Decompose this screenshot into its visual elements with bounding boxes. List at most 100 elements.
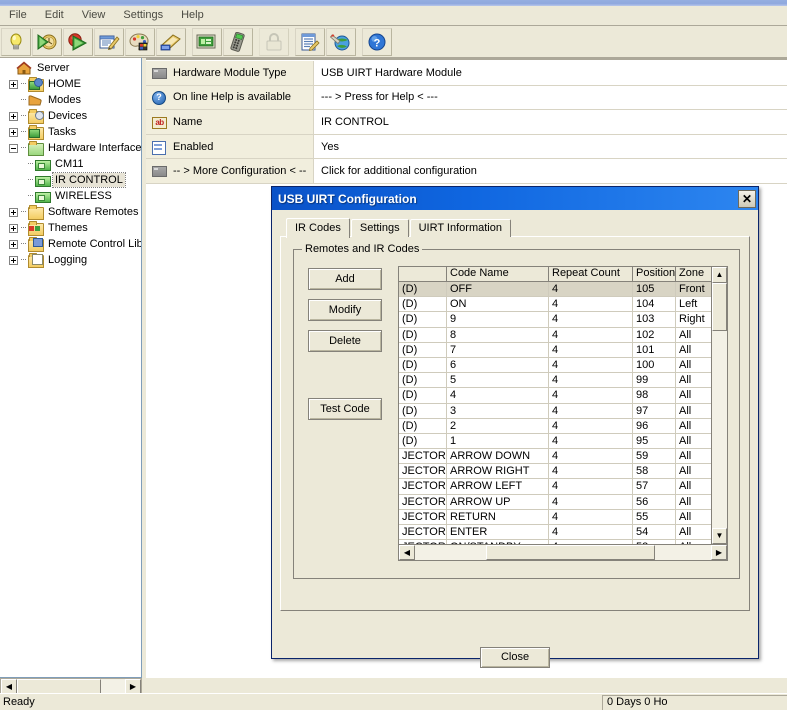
table-row[interactable]: (D) 5 4 99 All xyxy=(399,373,711,389)
grid-horizontal-scrollbar[interactable]: ◀ ▶ xyxy=(399,544,727,560)
ir-codes-grid[interactable]: Code Name Repeat Count Position Zone (D)… xyxy=(398,266,728,561)
tree-item-logging[interactable]: Logging xyxy=(2,252,141,268)
grid-vertical-scrollbar[interactable]: ▲ ▼ xyxy=(711,267,727,544)
property-value-cell[interactable]: Click for additional configuration xyxy=(314,159,787,183)
property-label-cell[interactable]: Hardware Module Type xyxy=(146,61,314,85)
dialog-title-bar[interactable]: USB UIRT Configuration ✕ xyxy=(272,187,758,210)
scrollbar-track[interactable] xyxy=(415,545,711,560)
tree-item-modes[interactable]: Modes xyxy=(2,92,141,108)
toolbar-button-theme[interactable] xyxy=(156,27,186,56)
table-row[interactable]: (D) 1 4 95 All xyxy=(399,433,711,450)
scroll-left-arrow-icon[interactable]: ◀ xyxy=(399,545,415,560)
scroll-left-arrow-icon[interactable]: ◀ xyxy=(1,679,17,694)
menu-item-settings[interactable]: Settings xyxy=(114,7,172,24)
close-icon[interactable]: ✕ xyxy=(738,189,756,208)
property-label-cell[interactable]: ? On line Help is available xyxy=(146,85,314,110)
grid-header-remote[interactable] xyxy=(399,267,447,282)
toolbar-button-lightbulb[interactable] xyxy=(1,27,31,56)
table-row[interactable]: (D) 7 4 101 All xyxy=(399,342,711,358)
table-row[interactable]: JECTOR RETURN 4 55 All xyxy=(399,509,711,525)
scroll-right-arrow-icon[interactable]: ▶ xyxy=(711,545,727,560)
tree-item-cm11[interactable]: CM11 xyxy=(2,156,141,172)
menu-item-file[interactable]: File xyxy=(0,7,36,24)
property-row-more-configuration[interactable]: -- > More Configuration < -- Click for a… xyxy=(146,159,787,184)
toolbar-button-log[interactable] xyxy=(295,27,325,56)
scrollbar-thumb[interactable] xyxy=(712,283,727,331)
property-row-name[interactable]: ab Name IR CONTROL xyxy=(146,110,787,135)
table-row[interactable]: JECTOR ARROW LEFT 4 57 All xyxy=(399,479,711,495)
table-row[interactable]: (D) 4 4 98 All xyxy=(399,388,711,404)
grid-header-code-name[interactable]: Code Name xyxy=(447,267,549,282)
property-row-online-help[interactable]: ? On line Help is available --- > Press … xyxy=(146,85,787,111)
toolbar-button-palette[interactable] xyxy=(125,27,155,56)
property-value-cell[interactable]: --- > Press for Help < --- xyxy=(314,86,787,110)
tree-item-devices[interactable]: Devices xyxy=(2,108,141,124)
property-value-cell[interactable]: IR CONTROL xyxy=(314,110,787,134)
toolbar-button-run[interactable] xyxy=(63,27,93,56)
table-row[interactable]: (D) 6 4 100 All xyxy=(399,357,711,374)
toolbar-button-web[interactable] xyxy=(326,27,356,56)
tree-item-themes[interactable]: Themes xyxy=(2,220,141,236)
expander-plus-icon[interactable] xyxy=(9,239,18,249)
scroll-down-arrow-icon[interactable]: ▼ xyxy=(712,528,727,544)
toolbar-button-display[interactable] xyxy=(192,27,222,56)
tree-item-tasks[interactable]: Tasks xyxy=(2,124,141,140)
table-row[interactable]: JECTOR ARROW RIGHT 4 58 All xyxy=(399,464,711,480)
table-row[interactable]: (D) 8 4 102 All xyxy=(399,327,711,343)
scrollbar-thumb[interactable] xyxy=(486,545,655,560)
add-button[interactable]: Add xyxy=(308,268,382,290)
expander-plus-icon[interactable] xyxy=(9,223,18,233)
property-value-cell[interactable]: USB UIRT Hardware Module xyxy=(314,61,787,85)
menu-item-help[interactable]: Help xyxy=(172,7,213,24)
tree-item-home[interactable]: HOME xyxy=(2,76,141,92)
expander-plus-icon[interactable] xyxy=(9,79,18,89)
expander-minus-icon[interactable] xyxy=(9,143,18,153)
property-row-enabled[interactable]: Enabled Yes xyxy=(146,134,787,160)
property-row-hardware-module-type[interactable]: Hardware Module Type USB UIRT Hardware M… xyxy=(146,61,787,86)
modify-button[interactable]: Modify xyxy=(308,299,382,321)
tree-item-wireless[interactable]: WIRELESS xyxy=(2,188,141,204)
test-code-button[interactable]: Test Code xyxy=(308,398,382,420)
tree-item-ir-control[interactable]: IR CONTROL xyxy=(2,172,141,188)
tree-item-remote-control-library[interactable]: Remote Control Libr xyxy=(2,236,141,252)
table-row[interactable]: JECTOR ARROW DOWN 4 59 All xyxy=(399,449,711,465)
expander-plus-icon[interactable] xyxy=(9,255,18,265)
tab-settings[interactable]: Settings xyxy=(350,219,409,237)
tree-item-software-remotes[interactable]: Software Remotes xyxy=(2,204,141,220)
tree-item-server[interactable]: Server xyxy=(2,60,141,76)
menu-item-view[interactable]: View xyxy=(73,7,115,24)
tab-uirt-information[interactable]: UIRT Information xyxy=(409,219,511,237)
toolbar-button-help[interactable]: ? xyxy=(362,27,392,56)
table-row[interactable]: JECTOR ARROW UP 4 56 All xyxy=(399,494,711,510)
tab-ir-codes[interactable]: IR Codes xyxy=(286,218,350,238)
grid-header-repeat-count[interactable]: Repeat Count xyxy=(549,267,633,282)
table-row[interactable]: (D) 3 4 97 All xyxy=(399,403,711,419)
grid-header-zone[interactable]: Zone xyxy=(676,267,711,282)
table-row[interactable]: (D) 9 4 103 Right xyxy=(399,312,711,328)
scroll-up-arrow-icon[interactable]: ▲ xyxy=(712,267,727,283)
expander-plus-icon[interactable] xyxy=(9,207,18,217)
table-row[interactable]: JECTOR ENTER 4 54 All xyxy=(399,525,711,541)
property-label-cell[interactable]: ab Name xyxy=(146,110,314,134)
toolbar-button-run-timed[interactable] xyxy=(32,27,62,56)
navigation-tree-panel[interactable]: Server HOME Modes Devices Tasks Hardware… xyxy=(0,58,142,678)
table-row[interactable]: (D) 2 4 96 All xyxy=(399,418,711,434)
scrollbar-track[interactable] xyxy=(17,679,125,694)
table-row[interactable]: (D) OFF 4 105 Front xyxy=(399,282,711,298)
tree-item-hardware-interface[interactable]: Hardware Interface xyxy=(2,140,141,156)
toolbar-button-edit[interactable] xyxy=(94,27,124,56)
scroll-right-arrow-icon[interactable]: ▶ xyxy=(125,679,141,694)
menu-item-edit[interactable]: Edit xyxy=(36,7,73,24)
property-value-cell[interactable]: Yes xyxy=(314,135,787,159)
toolbar-button-remote[interactable] xyxy=(223,27,253,56)
property-label-cell[interactable]: Enabled xyxy=(146,134,314,159)
property-label-cell[interactable]: -- > More Configuration < -- xyxy=(146,159,314,183)
grid-header-position[interactable]: Position xyxy=(633,267,676,282)
delete-button[interactable]: Delete xyxy=(308,330,382,352)
expander-plus-icon[interactable] xyxy=(9,111,18,121)
close-button[interactable]: Close xyxy=(480,647,550,668)
expander-plus-icon[interactable] xyxy=(9,127,18,137)
table-row[interactable]: (D) ON 4 104 Left xyxy=(399,297,711,313)
toolbar-button-lock[interactable] xyxy=(259,27,289,56)
scrollbar-thumb[interactable] xyxy=(17,679,102,694)
